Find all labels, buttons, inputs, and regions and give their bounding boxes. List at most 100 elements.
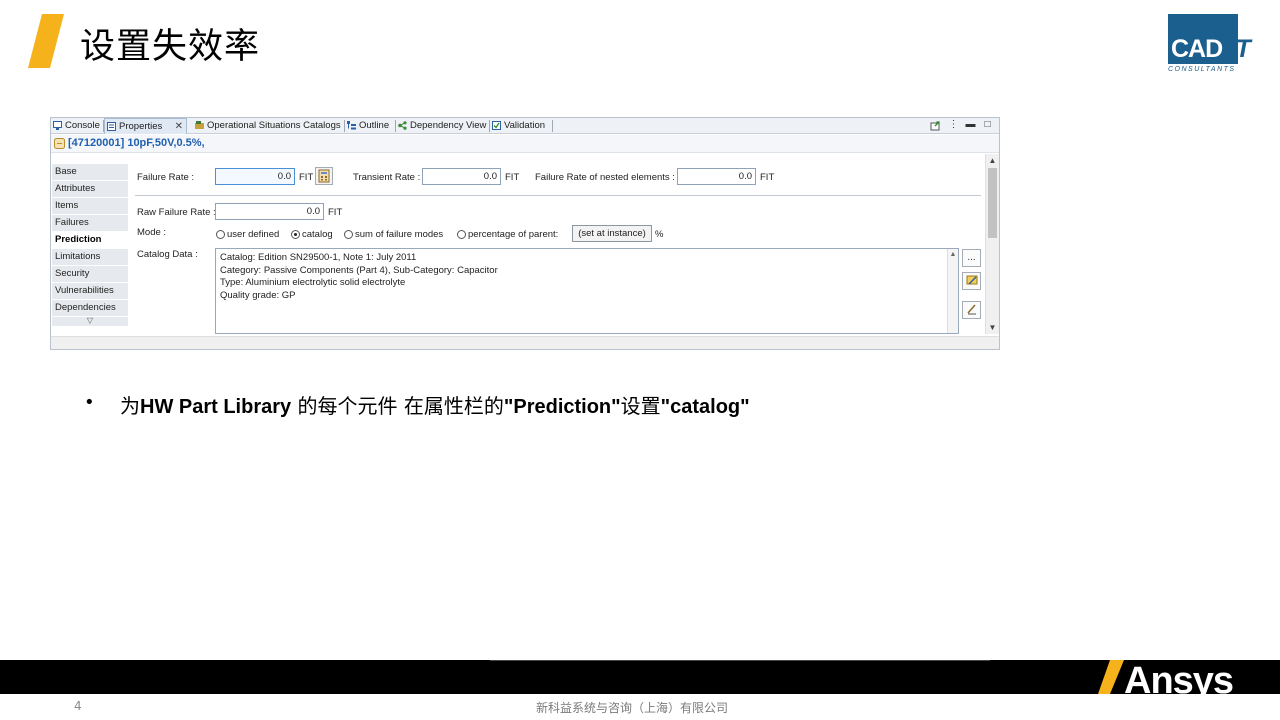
tab-separator (552, 120, 553, 132)
bullet-segment: 设置 (620, 394, 661, 418)
sidebar-item-attributes[interactable]: Attributes (52, 181, 128, 198)
sidebar-item-vulnerabilities[interactable]: Vulnerabilities (52, 283, 128, 300)
tab-label: Validation (504, 120, 546, 131)
catalog-edit-icon (966, 275, 977, 285)
sidebar-item-prediction[interactable]: Prediction (52, 232, 128, 249)
calculate-button[interactable] (315, 167, 333, 185)
mode-radio-user-defined[interactable]: user defined (216, 229, 279, 240)
element-title: [47120001] 10pF,50V,0.5%, (68, 137, 205, 149)
catalog-icon (195, 121, 204, 129)
radio-checked-icon (291, 230, 300, 239)
properties-icon (107, 122, 116, 131)
catalog-line: Quality grade: GP (220, 289, 296, 301)
tab-label: Properties (119, 121, 163, 132)
separator (135, 195, 981, 196)
slide-title: 设置失效率 (80, 27, 261, 67)
raw-failure-rate-label: Raw Failure Rate : (137, 207, 216, 218)
sidebar-item-failures[interactable]: Failures (52, 215, 128, 232)
catalog-data-label: Catalog Data : (137, 249, 198, 260)
bullet-icon: • (84, 392, 95, 413)
raw-failure-rate-unit: FIT (328, 207, 343, 218)
failure-rate-field[interactable]: 0.0 (215, 168, 295, 185)
minimize-icon[interactable]: ▬ (965, 120, 976, 131)
catalog-data-textarea[interactable]: Catalog: Edition SN29500-1, Note 1: July… (215, 248, 959, 334)
tab-label: Console (65, 120, 100, 131)
tab-outline[interactable]: Outline (345, 118, 395, 134)
tab-dependency-view[interactable]: Dependency View (396, 118, 488, 134)
browse-catalog-button[interactable]: ... (962, 249, 981, 267)
view-menu-icon[interactable]: ⋮ (948, 120, 959, 131)
catalog-line: Catalog: Edition SN29500-1, Note 1: July… (220, 252, 417, 263)
radio-label: catalog (302, 229, 333, 240)
ansys-logo: Ansys (1098, 660, 1248, 702)
radio-icon (216, 230, 225, 239)
pencil-icon (966, 304, 976, 315)
transient-rate-unit: FIT (505, 172, 520, 183)
prediction-content: Failure Rate : 0.0 FIT Transient Rate : … (129, 154, 985, 334)
radio-label: user defined (227, 229, 280, 240)
footer-bar (0, 660, 1280, 694)
validation-icon (492, 121, 501, 130)
dependency-icon (398, 121, 407, 130)
view-tab-bar: Console Properties ✕ Operational Situati… (51, 118, 999, 134)
capacitor-icon (54, 138, 65, 149)
cadit-logo-text: CAD-IT (1171, 35, 1251, 63)
catalog-line: Type: Aluminium electrolytic solid elect… (220, 277, 406, 288)
nested-rate-field[interactable]: 0.0 (677, 168, 756, 185)
close-icon[interactable]: ✕ (175, 119, 183, 134)
tab-properties[interactable]: Properties ✕ (104, 118, 187, 134)
vertical-scrollbar[interactable]: ▲ ▼ (985, 154, 999, 334)
bullet-segment: 的每个元件 在属性栏的 (291, 394, 504, 418)
tab-operational-situations[interactable]: Operational Situations Catalogs (193, 118, 343, 134)
sidebar-item-limitations[interactable]: Limitations (52, 249, 128, 266)
bullet-segment: 为 (120, 394, 140, 418)
outline-icon (347, 121, 356, 130)
catalog-line: Category: Passive Components (Part 4), S… (220, 264, 498, 276)
horizontal-scrollbar[interactable] (51, 336, 999, 349)
bullet-text: 为HW Part Library 的每个元件 在属性栏的"Prediction"… (120, 390, 750, 419)
clear-catalog-button[interactable] (962, 301, 981, 319)
radio-label: sum of failure modes (355, 229, 444, 240)
page-number: 4 (74, 699, 82, 713)
tab-console[interactable]: Console (51, 118, 103, 134)
mode-radio-percentage-of-parent[interactable]: percentage of parent: (457, 229, 558, 240)
nested-rate-label: Failure Rate of nested elements : (535, 172, 675, 183)
failure-rate-unit: FIT (299, 172, 314, 183)
raw-failure-rate-field[interactable]: 0.0 (215, 203, 324, 220)
nested-rate-unit: FIT (760, 172, 775, 183)
calculator-icon (318, 169, 330, 183)
bullet-bold-segment: "catalog" (660, 396, 750, 418)
sidebar-item-items[interactable]: Items (52, 198, 128, 215)
edit-catalog-button[interactable] (962, 272, 981, 290)
radio-icon (457, 230, 466, 239)
tab-label: Operational Situations Catalogs (207, 120, 341, 131)
mode-radio-catalog[interactable]: catalog (291, 229, 333, 240)
accent-bar (28, 14, 64, 68)
failure-rate-label: Failure Rate : (137, 172, 195, 183)
set-at-instance-button[interactable]: (set at instance) (572, 225, 652, 242)
scroll-up-icon[interactable]: ▲ (986, 156, 999, 165)
property-sidebar: Base Attributes Items Failures Predictio… (52, 164, 128, 326)
transient-rate-field[interactable]: 0.0 (422, 168, 501, 185)
export-icon[interactable] (930, 120, 941, 131)
sidebar-item-dependencies[interactable]: Dependencies (52, 300, 128, 317)
bullet-bold-segment: HW Part Library (140, 396, 292, 418)
tab-label: Dependency View (410, 120, 487, 131)
bullet-bold-segment: "Prediction" (503, 396, 621, 418)
sidebar-item-base[interactable]: Base (52, 164, 128, 181)
catalog-scrollbar[interactable]: ▲ (947, 249, 958, 333)
element-titlebar: [47120001] 10pF,50V,0.5%, (51, 135, 999, 153)
ansys-wordmark: Ansys (1124, 660, 1234, 702)
mode-radio-sum-of-failure-modes[interactable]: sum of failure modes (344, 229, 443, 240)
maximize-icon[interactable]: □ (982, 120, 993, 131)
sidebar-scroll-down-icon[interactable]: ▽ (52, 317, 128, 326)
console-icon (53, 121, 62, 130)
sidebar-item-security[interactable]: Security (52, 266, 128, 283)
tab-validation[interactable]: Validation (490, 118, 552, 134)
scrollbar-thumb[interactable] (988, 168, 997, 238)
properties-panel: Console Properties ✕ Operational Situati… (50, 117, 1000, 350)
company-name: 新科益系统与咨询（上海）有限公司 (536, 701, 729, 715)
scroll-down-icon[interactable]: ▼ (986, 323, 999, 332)
transient-rate-label: Transient Rate : (353, 172, 421, 183)
radio-label: percentage of parent: (468, 229, 559, 240)
